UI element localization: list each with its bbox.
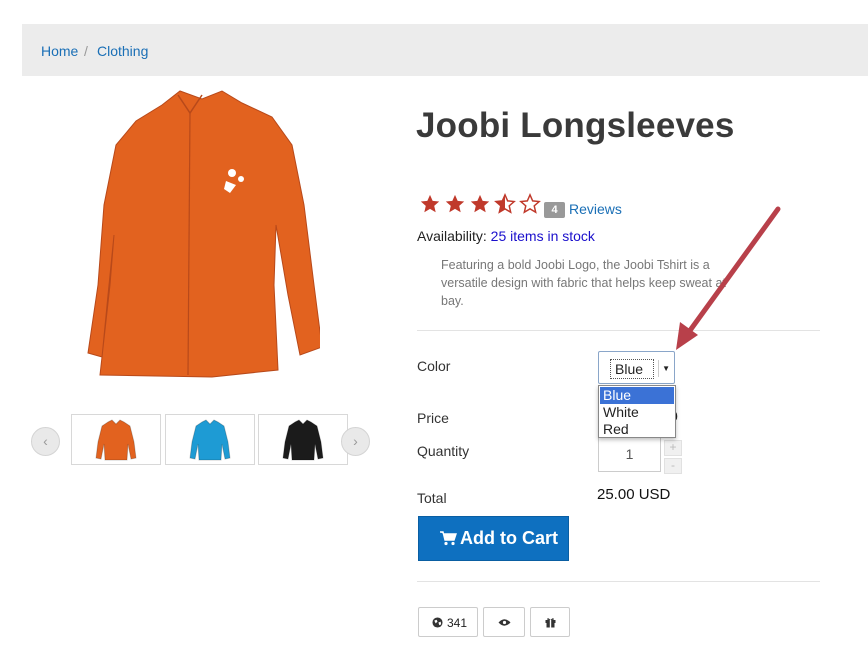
color-option-blue[interactable]: Blue	[600, 387, 674, 404]
breadcrumb-separator: /	[84, 43, 88, 59]
product-main-image[interactable]	[80, 85, 323, 385]
product-description: Featuring a bold Joobi Logo, the Joobi T…	[441, 258, 726, 308]
color-label: Color	[417, 358, 451, 374]
product-title: Joobi Longsleeves	[416, 106, 735, 145]
globe-icon	[432, 617, 443, 628]
total-label: Total	[417, 490, 447, 506]
eye-icon	[498, 619, 511, 626]
availability: Availability: 25 items in stock	[417, 228, 595, 244]
breadcrumb-home-link[interactable]: Home	[41, 43, 78, 59]
preview-button[interactable]	[483, 607, 525, 637]
price-label: Price	[417, 410, 449, 426]
star-half-icon	[494, 193, 516, 214]
color-option-white[interactable]: White	[600, 404, 674, 421]
shirt-thumbnail-icon	[95, 419, 137, 461]
add-to-cart-button[interactable]: Add to Cart	[418, 516, 569, 561]
star-filled-icon	[470, 194, 490, 213]
gift-button[interactable]	[530, 607, 570, 637]
color-dropdown-list: Blue White Red	[598, 385, 676, 438]
stock-link[interactable]: 25 items in stock	[491, 228, 595, 244]
color-select-value: Blue	[615, 361, 644, 377]
divider	[417, 330, 820, 331]
add-to-cart-label: Add to Cart	[460, 528, 558, 548]
star-filled-icon	[445, 194, 465, 213]
chevron-right-icon: ›	[353, 433, 358, 449]
color-option-red[interactable]: Red	[600, 421, 674, 438]
star-filled-icon	[420, 194, 440, 213]
caret-down-icon: ▼	[658, 360, 670, 377]
thumbnail-black[interactable]	[258, 414, 348, 465]
breadcrumb: Home / Clothing	[22, 24, 868, 76]
quantity-decrease-button[interactable]: -	[664, 458, 682, 474]
quantity-label: Quantity	[417, 443, 470, 459]
thumbnail-blue[interactable]	[165, 414, 255, 465]
shirt-image	[87, 90, 323, 378]
annotation-arrow-head	[676, 322, 698, 350]
carousel-prev-button[interactable]: ‹	[31, 427, 60, 456]
review-count-badge: 4	[544, 202, 565, 218]
carousel-next-button[interactable]: ›	[341, 427, 370, 456]
quantity-increase-button[interactable]: +	[664, 440, 682, 456]
star-empty-icon	[519, 193, 541, 214]
gift-icon	[545, 618, 556, 628]
chevron-left-icon: ‹	[43, 433, 48, 449]
shirt-thumbnail-icon	[189, 419, 231, 461]
shopping-cart-icon	[440, 531, 457, 546]
total-value: 25.00 USD	[597, 486, 671, 503]
divider	[417, 581, 820, 582]
availability-label: Availability:	[417, 228, 487, 244]
breadcrumb-clothing-link[interactable]: Clothing	[97, 43, 148, 59]
views-count: 341	[447, 616, 468, 630]
thumbnail-orange[interactable]	[71, 414, 161, 465]
views-button[interactable]: 341	[418, 607, 478, 637]
shirt-thumbnail-icon	[282, 419, 324, 461]
color-select[interactable]: Blue ▼	[598, 351, 675, 384]
reviews-link[interactable]: Reviews	[569, 201, 622, 217]
quantity-input[interactable]: 1	[598, 437, 661, 472]
